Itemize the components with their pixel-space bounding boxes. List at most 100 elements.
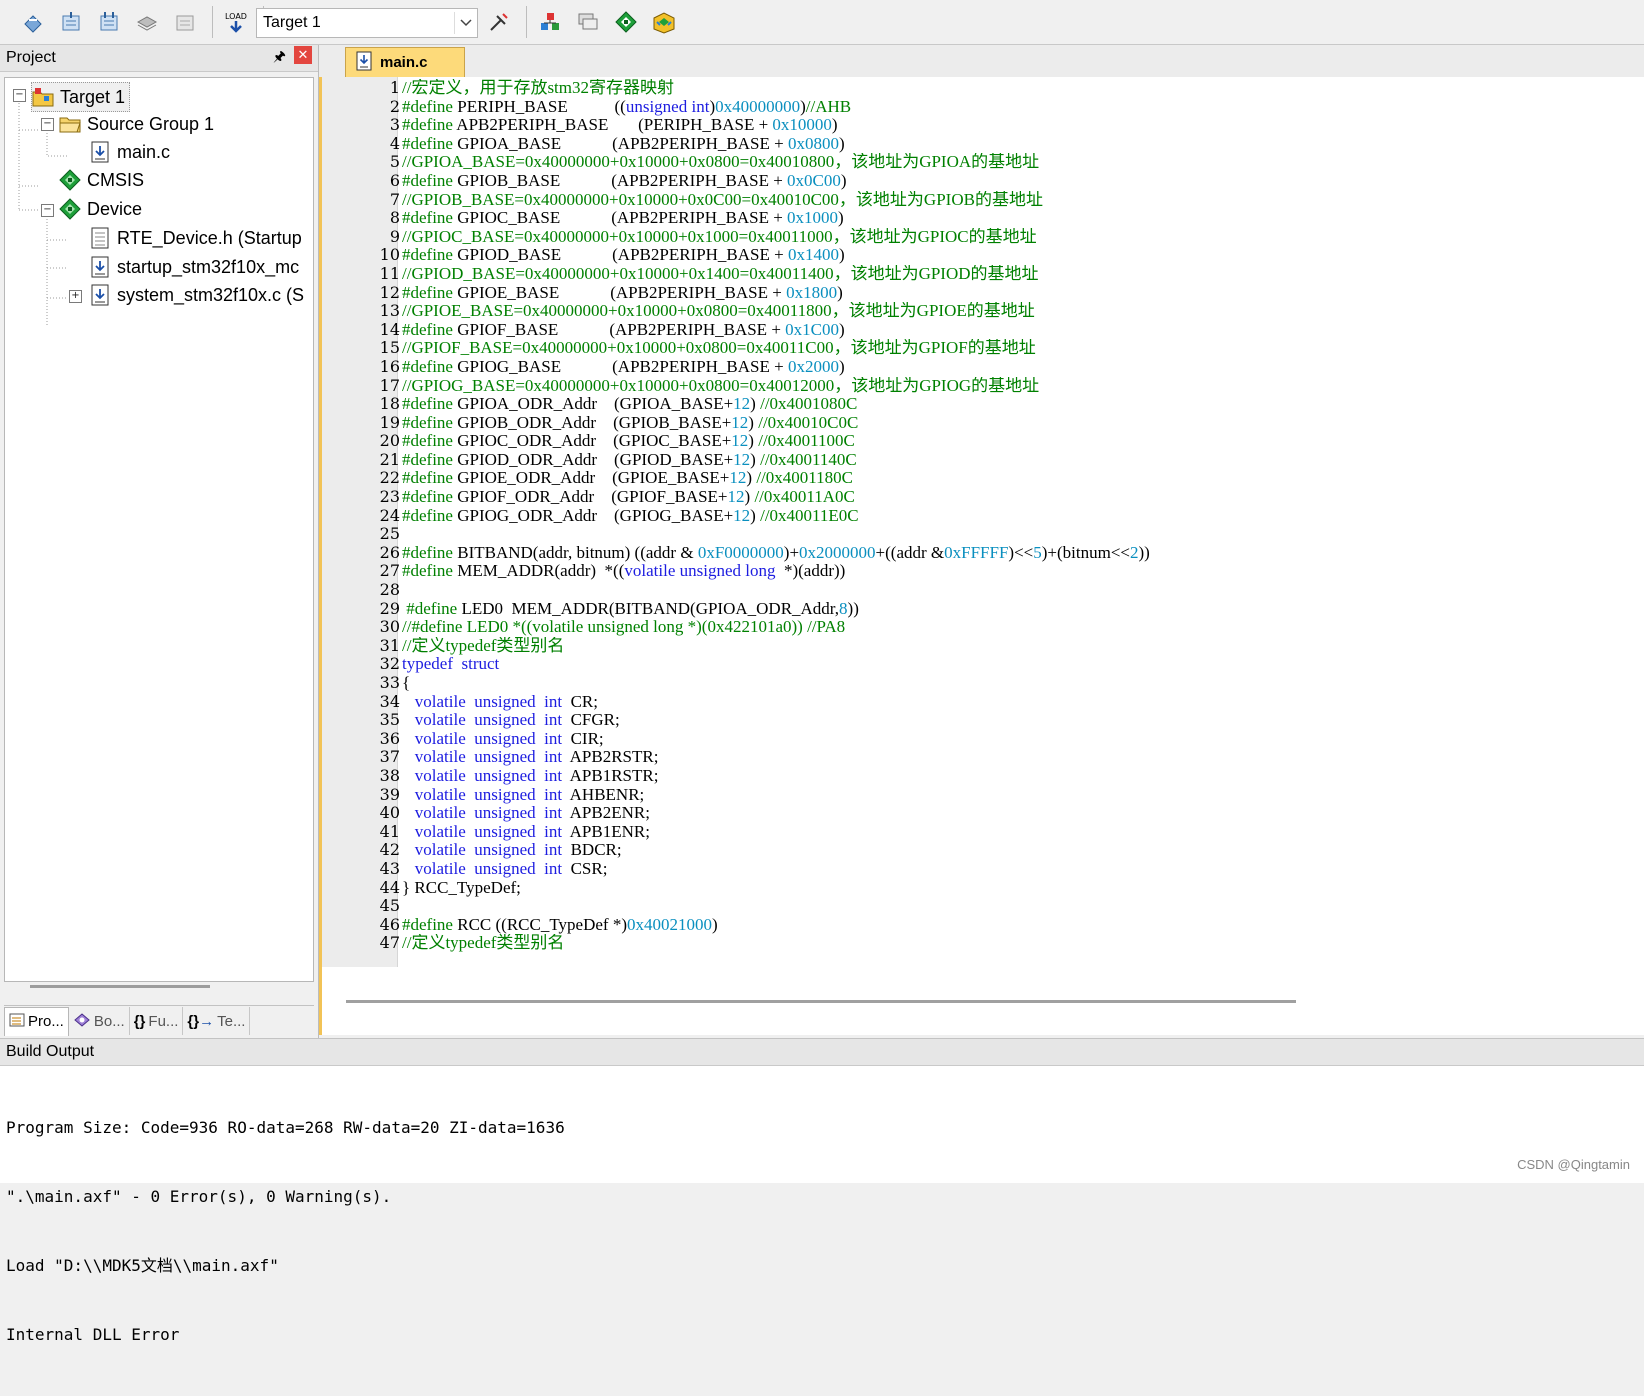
pack-installer-icon[interactable] — [647, 5, 681, 39]
code-line[interactable] — [402, 897, 1642, 916]
code-line[interactable]: #define LED0 MEM_ADDR(BITBAND(GPIOA_ODR_… — [402, 600, 1642, 619]
target-folder-icon — [32, 86, 54, 108]
tree-item-system[interactable]: system_stm32f10x.c (S — [89, 281, 304, 309]
select-packs-icon[interactable] — [571, 5, 605, 39]
code-line[interactable]: #define GPIOF_ODR_Addr (GPIOF_BASE+12) /… — [402, 488, 1642, 507]
code-line[interactable]: typedef struct — [402, 655, 1642, 674]
code-line[interactable]: #define GPIOE_BASE (APB2PERIPH_BASE + 0x… — [402, 284, 1642, 303]
code-line[interactable]: #define GPIOB_BASE (APB2PERIPH_BASE + 0x… — [402, 172, 1642, 191]
horizontal-scrollbar[interactable] — [346, 1000, 1296, 1003]
code-line[interactable]: volatile unsigned int CSR; — [402, 860, 1642, 879]
tree-item-source-group[interactable]: Source Group 1 — [59, 110, 214, 138]
tab-functions[interactable]: {} Fu... — [130, 1007, 184, 1035]
code-line[interactable]: //定义typedef类型别名 — [402, 934, 1642, 953]
expand-icon[interactable]: + — [69, 290, 82, 303]
line-number: 17 — [379, 375, 400, 395]
tree-item-rte-device-h[interactable]: RTE_Device.h (Startup — [89, 224, 302, 252]
folder-icon — [59, 113, 81, 135]
horizontal-scrollbar[interactable] — [30, 985, 210, 988]
code-line[interactable]: #define GPIOF_BASE (APB2PERIPH_BASE + 0x… — [402, 321, 1642, 340]
code-line[interactable]: #define GPIOE_ODR_Addr (GPIOE_BASE+12) /… — [402, 469, 1642, 488]
translate-icon[interactable] — [16, 5, 50, 39]
code-line[interactable]: volatile unsigned int CR; — [402, 693, 1642, 712]
code-line[interactable]: volatile unsigned int APB1RSTR; — [402, 767, 1642, 786]
build-output-header: Build Output — [0, 1039, 1644, 1066]
tree-item-target[interactable]: Target 1 — [31, 82, 131, 112]
tab-templates[interactable]: {}→ Te... — [183, 1007, 251, 1035]
code-line[interactable]: //GPIOA_BASE=0x40000000+0x10000+0x0800=0… — [402, 153, 1642, 172]
collapse-icon[interactable]: − — [13, 89, 26, 102]
code-line[interactable]: #define RCC ((RCC_TypeDef *)0x40021000) — [402, 916, 1642, 935]
code-line[interactable]: #define GPIOG_BASE (APB2PERIPH_BASE + 0x… — [402, 358, 1642, 377]
code-line[interactable]: //GPIOG_BASE=0x40000000+0x10000+0x0800=0… — [402, 377, 1642, 396]
tab-main-c[interactable]: main.c — [345, 47, 465, 77]
tab-project[interactable]: Pro... — [4, 1006, 69, 1036]
code-line[interactable] — [402, 581, 1642, 600]
rebuild-icon[interactable] — [92, 5, 126, 39]
code-line[interactable]: //GPIOB_BASE=0x40000000+0x10000+0x0C00=0… — [402, 191, 1642, 210]
build-output-panel: Build Output Program Size: Code=936 RO-d… — [0, 1038, 1644, 1344]
code-line[interactable]: #define PERIPH_BASE ((unsigned int)0x400… — [402, 98, 1642, 117]
code-line[interactable]: { — [402, 674, 1642, 693]
code-line[interactable]: #define APB2PERIPH_BASE (PERIPH_BASE + 0… — [402, 116, 1642, 135]
line-number: 24 — [379, 505, 400, 525]
tree-item-startup[interactable]: startup_stm32f10x_mc — [89, 253, 299, 281]
code-line[interactable]: #define BITBAND(addr, bitnum) ((addr & 0… — [402, 544, 1642, 563]
code-line[interactable]: #define GPIOD_BASE (APB2PERIPH_BASE + 0x… — [402, 246, 1642, 265]
line-number: 32 — [379, 654, 400, 674]
collapse-icon[interactable]: − — [41, 204, 54, 217]
code-line[interactable]: volatile unsigned int APB2RSTR; — [402, 748, 1642, 767]
code-line[interactable]: volatile unsigned int CIR; — [402, 730, 1642, 749]
code-line[interactable]: volatile unsigned int AHBENR; — [402, 786, 1642, 805]
code-line[interactable]: volatile unsigned int APB1ENR; — [402, 823, 1642, 842]
tree-item-main-c[interactable]: main.c — [89, 138, 170, 166]
code-line[interactable]: //#define LED0 *((volatile unsigned long… — [402, 618, 1642, 637]
code-text[interactable]: //宏定义，用于存放stm32寄存器映射 #define PERIPH_BASE … — [402, 79, 1642, 953]
code-line[interactable]: volatile unsigned int APB2ENR; — [402, 804, 1642, 823]
code-line[interactable]: #define GPIOA_BASE (APB2PERIPH_BASE + 0x… — [402, 135, 1642, 154]
code-editor[interactable]: 1 2 3 4 5 6 7 8 9 10 11 12 13 14 15 16 17 18 19 20 21 22 23 24 2… — [319, 77, 1644, 1035]
code-line[interactable]: #define GPIOA_ODR_Addr (GPIOA_BASE+12) /… — [402, 395, 1642, 414]
code-line[interactable]: //宏定义，用于存放stm32寄存器映射 — [402, 79, 1642, 98]
code-line[interactable]: } RCC_TypeDef; — [402, 879, 1642, 898]
code-line[interactable]: //GPIOC_BASE=0x40000000+0x10000+0x1000=0… — [402, 228, 1642, 247]
stop-build-icon[interactable] — [168, 5, 202, 39]
code-line[interactable]: //GPIOF_BASE=0x40000000+0x10000+0x0800=0… — [402, 339, 1642, 358]
options-toolbar-group — [482, 4, 685, 40]
line-number: 4 — [389, 133, 400, 153]
code-line[interactable]: #define GPIOC_ODR_Addr (GPIOC_BASE+12) /… — [402, 432, 1642, 451]
code-line[interactable] — [402, 525, 1642, 544]
manage-rte-icon[interactable] — [609, 5, 643, 39]
tab-label: main.c — [380, 54, 428, 71]
build-output-line: Load "D:\\MDK5文档\\main.axf" — [6, 1256, 279, 1275]
code-line[interactable]: #define GPIOD_ODR_Addr (GPIOD_BASE+12) /… — [402, 451, 1642, 470]
c-file-icon — [356, 51, 372, 75]
build-icon[interactable] — [54, 5, 88, 39]
code-line[interactable]: //GPIOD_BASE=0x40000000+0x10000+0x1400=0… — [402, 265, 1642, 284]
code-line[interactable]: #define GPIOG_ODR_Addr (GPIOG_BASE+12) /… — [402, 507, 1642, 526]
tree-item-cmsis[interactable]: CMSIS — [59, 166, 144, 194]
download-icon[interactable]: LOAD — [219, 5, 253, 39]
collapse-icon[interactable]: − — [41, 118, 54, 131]
code-line[interactable]: #define MEM_ADDR(addr) *((volatile unsig… — [402, 562, 1642, 581]
code-line[interactable]: volatile unsigned int BDCR; — [402, 841, 1642, 860]
build-output-text[interactable]: Program Size: Code=936 RO-data=268 RW-da… — [0, 1066, 1644, 1396]
build-output-line: ".\main.axf" - 0 Error(s), 0 Warning(s). — [6, 1187, 392, 1206]
batch-build-icon[interactable] — [130, 5, 164, 39]
svg-text:LOAD: LOAD — [225, 12, 247, 21]
close-icon[interactable]: ✕ — [294, 46, 312, 64]
target-select[interactable]: Target 1 — [256, 8, 478, 38]
manage-project-items-icon[interactable] — [533, 5, 567, 39]
pin-icon[interactable]: 🖈 — [273, 46, 286, 70]
tab-books[interactable]: Bo... — [69, 1007, 130, 1035]
tab-label: Fu... — [148, 1012, 179, 1030]
code-line[interactable]: #define GPIOB_ODR_Addr (GPIOB_BASE+12) /… — [402, 414, 1642, 433]
templates-icon: {}→ — [187, 1012, 215, 1030]
chevron-down-icon[interactable] — [454, 12, 477, 34]
code-line[interactable]: //定义typedef类型别名 — [402, 637, 1642, 656]
tree-item-device[interactable]: Device — [59, 195, 142, 223]
code-line[interactable]: #define GPIOC_BASE (APB2PERIPH_BASE + 0x… — [402, 209, 1642, 228]
code-line[interactable]: //GPIOE_BASE=0x40000000+0x10000+0x0800=0… — [402, 302, 1642, 321]
target-options-icon[interactable] — [482, 5, 516, 39]
code-line[interactable]: volatile unsigned int CFGR; — [402, 711, 1642, 730]
